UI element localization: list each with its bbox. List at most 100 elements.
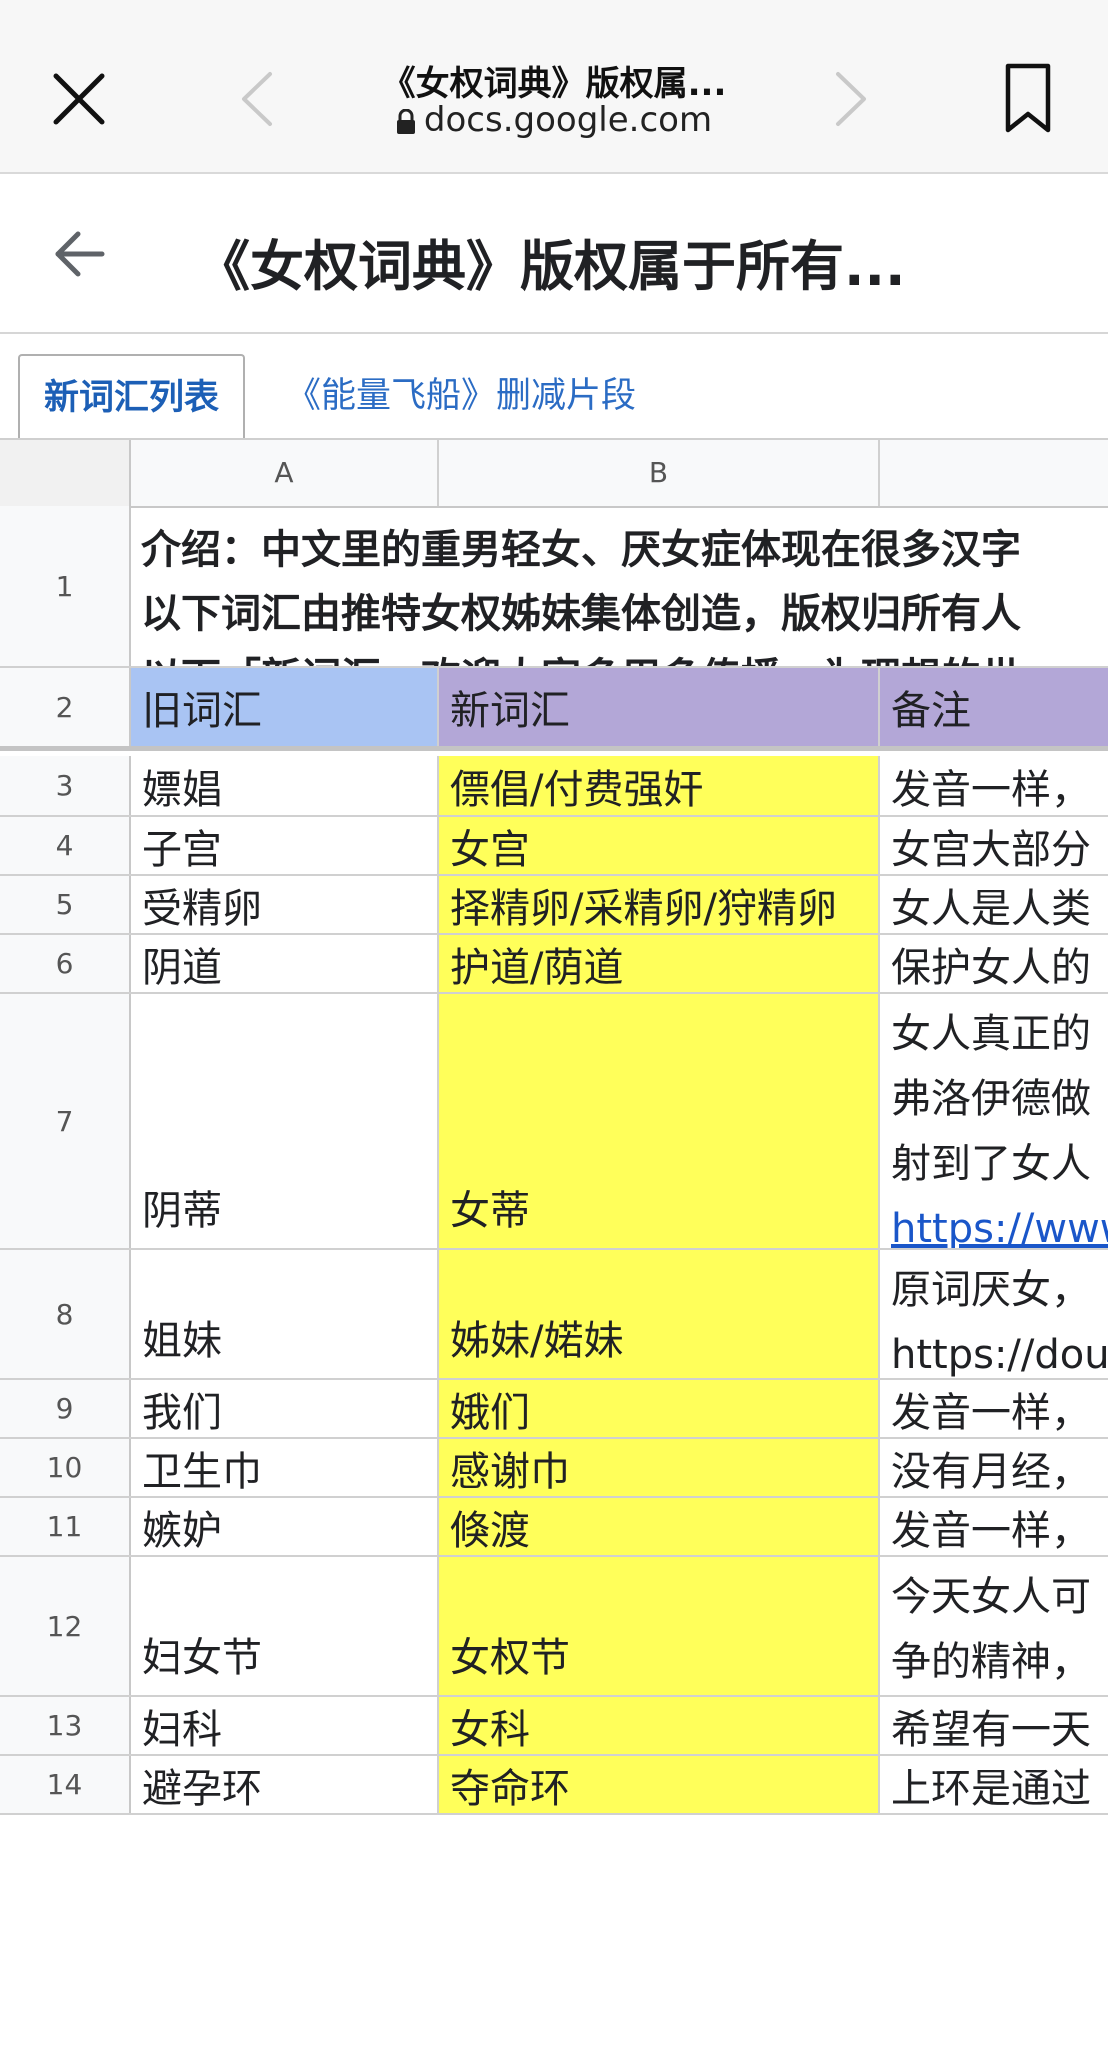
note-line: 发音一样， [891, 1389, 1091, 1436]
cell-note[interactable]: 没有月经， [880, 1439, 1108, 1496]
table-row: 7阴蒂女蒂女人真正的弗洛伊德做射到了女人 https://www [0, 994, 1108, 1250]
row-header[interactable]: 10 [0, 1439, 131, 1496]
table-row: 5 受精卵 择精卵/采精卵/狩精卵 女人是人类 [0, 876, 1108, 935]
cell-new-word[interactable]: 姊妹/婼妹 [439, 1250, 880, 1378]
cell-note[interactable]: 上环是通过 [880, 1756, 1108, 1813]
note-line: 争的精神， [891, 1639, 1091, 1685]
cell-old-word[interactable]: 子宫 [131, 817, 439, 874]
column-header-b[interactable]: B [439, 440, 880, 506]
close-icon[interactable] [50, 70, 108, 128]
table-row: 12 妇女节 女权节 今天女人可 争的精神， [0, 1557, 1108, 1697]
row-header[interactable]: 8 [0, 1250, 131, 1378]
column-header-row: A B [0, 440, 1108, 508]
note-line: 女宫大部分 [891, 826, 1091, 873]
cell-old-word[interactable]: 妇女节 [131, 1557, 439, 1695]
cell-new-word[interactable]: 择精卵/采精卵/狩精卵 [439, 876, 880, 933]
intro-line: 以下「新词汇」欢迎大家多用多传播，为理想的世 [141, 646, 1108, 666]
header-cell-new-word[interactable]: 新词汇 [439, 668, 880, 746]
sheet-tabs: 新词汇列表 《能量飞船》删减片段 [0, 334, 1108, 440]
cell-new-word[interactable]: 女权节 [439, 1557, 880, 1695]
cell-new-word[interactable]: 女科 [439, 1697, 880, 1754]
cell-old-word[interactable]: 阴蒂 [131, 994, 439, 1248]
cell-note[interactable]: 女人是人类 [880, 876, 1108, 933]
cell-new-word[interactable]: 女宫 [439, 817, 880, 874]
row-header[interactable]: 1 [0, 506, 131, 666]
table-row: 9 我们 娥们 发音一样， [0, 1380, 1108, 1439]
cell-note[interactable]: 发音一样， [880, 1380, 1108, 1437]
browser-url[interactable]: docs.google.com [300, 100, 808, 140]
cell-old-word[interactable]: 避孕环 [131, 1756, 439, 1813]
cell-old-word[interactable]: 嫉妒 [131, 1498, 439, 1555]
cell-old-word[interactable]: 卫生巾 [131, 1439, 439, 1496]
note-line: https://doub [891, 1332, 1108, 1378]
note-line: 发音一样， [891, 1507, 1091, 1554]
cell-note[interactable]: 女宫大部分 [880, 817, 1108, 874]
row-header[interactable]: 7 [0, 994, 131, 1248]
cell-note[interactable]: 希望有一天 [880, 1697, 1108, 1754]
table-row: 11 嫉妒 倏渡 发音一样， [0, 1498, 1108, 1557]
browser-top-bar: 《女权词典》版权属... docs.google.com [0, 0, 1108, 174]
table-row: 6 阴道 护道/荫道 保护女人的 [0, 935, 1108, 994]
cell-old-word[interactable]: 我们 [131, 1380, 439, 1437]
cell-new-word[interactable]: 娥们 [439, 1380, 880, 1437]
note-line: 弗洛伊德做 [891, 1076, 1091, 1122]
header-cell-note[interactable]: 备注 [880, 668, 1108, 746]
note-line: 发音一样， [891, 766, 1091, 813]
cell-note[interactable]: 发音一样， [880, 1498, 1108, 1555]
cell-new-word[interactable]: 感谢巾 [439, 1439, 880, 1496]
table-row: 3 嫖娼 僄倡/付费强奸 发音一样， [0, 756, 1108, 817]
note-line: 女人是人类 [891, 885, 1091, 932]
row-header[interactable]: 5 [0, 876, 131, 933]
browser-forward-icon[interactable] [832, 68, 870, 130]
cell-old-word[interactable]: 姐妹 [131, 1250, 439, 1378]
lock-icon [396, 108, 415, 134]
tab-new-vocabulary[interactable]: 新词汇列表 [18, 354, 246, 438]
back-arrow-icon[interactable] [52, 226, 108, 282]
cell-new-word[interactable]: 护道/荫道 [439, 935, 880, 992]
table-row: 1 介绍：中文里的重男轻女、厌女症体现在很多汉字 以下词汇由推特女权姊妹集体创造… [0, 506, 1108, 668]
browser-back-icon[interactable] [238, 68, 276, 130]
row-header[interactable]: 11 [0, 1498, 131, 1555]
note-line: 原词厌女， [891, 1267, 1091, 1313]
cell-old-word[interactable]: 妇科 [131, 1697, 439, 1754]
column-header-a[interactable]: A [131, 440, 439, 506]
row-header[interactable]: 6 [0, 935, 131, 992]
cell-new-word[interactable]: 女蒂 [439, 994, 880, 1248]
row-header[interactable]: 4 [0, 817, 131, 874]
table-row: 4 子宫 女宫 女宫大部分 [0, 817, 1108, 876]
row-header[interactable]: 3 [0, 756, 131, 815]
bookmark-icon[interactable] [1003, 62, 1053, 134]
cell-old-word[interactable]: 嫖娼 [131, 756, 439, 815]
select-all-corner[interactable] [0, 440, 131, 506]
cell-old-word[interactable]: 受精卵 [131, 876, 439, 933]
table-row: 14 避孕环 夺命环 上环是通过 [0, 1756, 1108, 1815]
cell-note[interactable]: 发音一样， [880, 756, 1108, 815]
note-link[interactable]: https://www [891, 1197, 1108, 1248]
cell-note[interactable]: 今天女人可 争的精神， [880, 1557, 1108, 1695]
cell-new-word[interactable]: 倏渡 [439, 1498, 880, 1555]
row-header[interactable]: 13 [0, 1697, 131, 1754]
document-title: 《女权词典》版权属于所有... [196, 235, 906, 298]
cell-new-word[interactable]: 夺命环 [439, 1756, 880, 1813]
intro-cell[interactable]: 介绍：中文里的重男轻女、厌女症体现在很多汉字 以下词汇由推特女权姊妹集体创造，版… [131, 506, 1108, 666]
header-row: 2 旧词汇 新词汇 备注 [0, 668, 1108, 751]
table-row: 10 卫生巾 感谢巾 没有月经， [0, 1439, 1108, 1498]
note-line: 保护女人的 [891, 944, 1091, 991]
document-header: 《女权词典》版权属于所有... [0, 174, 1108, 334]
tab-deleted-fragments[interactable]: 《能量飞船》删减片段 [262, 354, 660, 436]
row-header[interactable]: 14 [0, 1756, 131, 1813]
header-cell-old-word[interactable]: 旧词汇 [131, 668, 439, 746]
intro-line: 介绍：中文里的重男轻女、厌女症体现在很多汉字 [141, 527, 1021, 573]
cell-note[interactable]: 女人真正的弗洛伊德做射到了女人 https://www [880, 994, 1108, 1248]
cell-note[interactable]: 原词厌女， https://doub [880, 1250, 1108, 1378]
cell-new-word[interactable]: 僄倡/付费强奸 [439, 756, 880, 815]
note-line: 上环是通过 [891, 1765, 1091, 1812]
row-header[interactable]: 12 [0, 1557, 131, 1695]
browser-url-text: docs.google.com [423, 100, 713, 140]
row-header[interactable]: 2 [0, 668, 131, 746]
row-header[interactable]: 9 [0, 1380, 131, 1437]
cell-old-word[interactable]: 阴道 [131, 935, 439, 992]
note-line: 射到了女人 [891, 1141, 1091, 1187]
cell-note[interactable]: 保护女人的 [880, 935, 1108, 992]
column-header-c[interactable] [880, 440, 1108, 506]
